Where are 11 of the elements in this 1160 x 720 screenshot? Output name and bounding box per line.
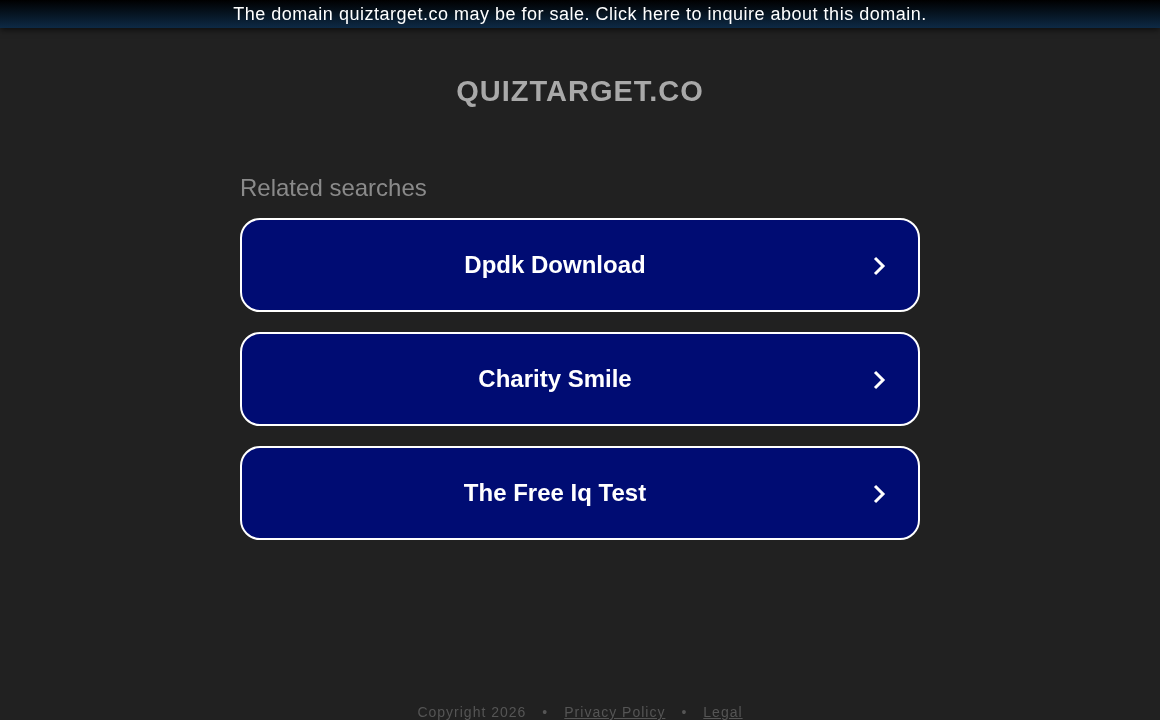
chevron-right-icon <box>872 255 886 277</box>
related-searches-heading: Related searches <box>240 174 428 202</box>
related-search-button[interactable]: Charity Smile <box>240 332 920 426</box>
separator-dot: • <box>681 704 688 720</box>
domain-sale-banner[interactable]: The domain quiztarget.co may be for sale. Click here to inquire about this domain. <box>0 0 1160 28</box>
site-title: QUIZTARGET.CO <box>456 75 704 108</box>
chevron-right-icon <box>872 483 886 505</box>
chevron-right-icon <box>872 369 886 391</box>
related-search-button[interactable]: The Free Iq Test <box>240 446 920 540</box>
related-search-button[interactable]: Dpdk Download <box>240 218 920 312</box>
separator-dot: • <box>542 704 549 720</box>
